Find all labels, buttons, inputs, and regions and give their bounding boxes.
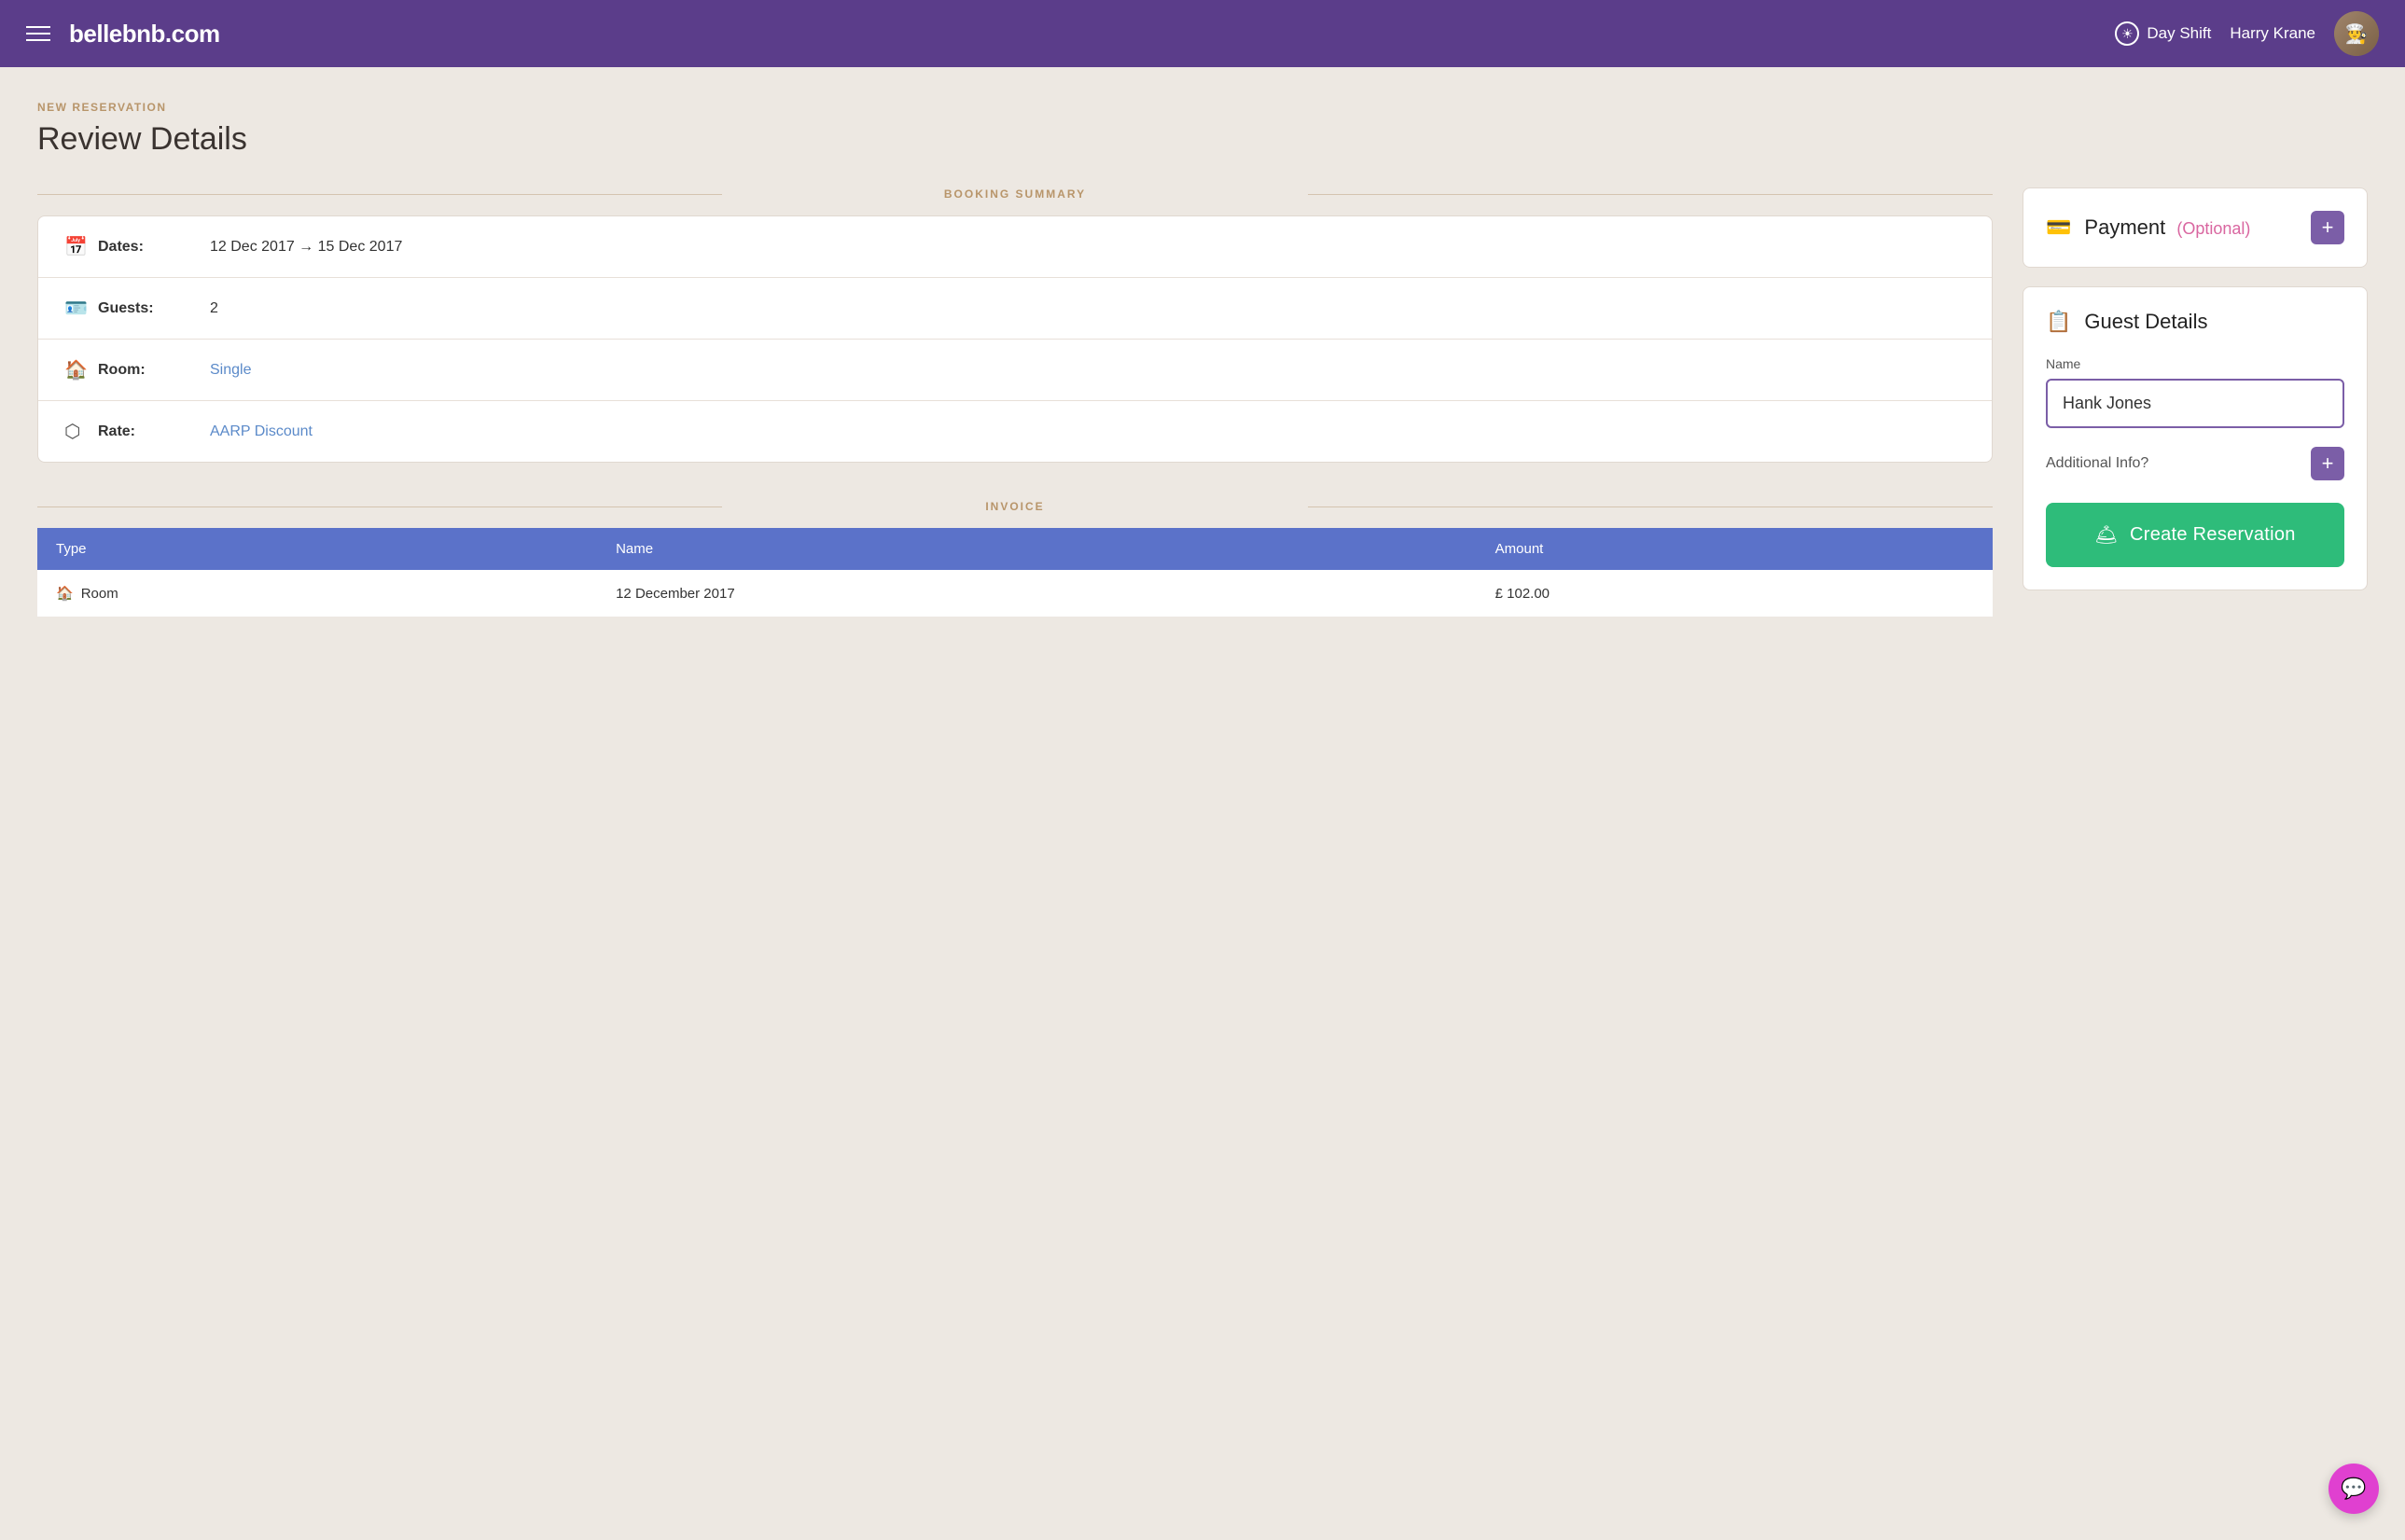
dates-label: Dates: — [98, 239, 210, 256]
room-icon: 🏠 — [64, 358, 98, 382]
create-btn-label: Create Reservation — [2130, 524, 2296, 546]
payment-header: 💳 Payment (Optional) + — [2046, 211, 2344, 244]
payment-icon: 💳 — [2046, 215, 2071, 240]
name-label: Name — [2046, 356, 2344, 371]
day-shift[interactable]: ☀ Day Shift — [2115, 21, 2211, 46]
hamburger-menu[interactable] — [26, 26, 50, 41]
avatar[interactable]: 👨‍🍳 — [2334, 11, 2379, 56]
rate-value[interactable]: AARP Discount — [210, 423, 313, 440]
guests-row: 🪪 Guests: 2 — [38, 278, 1992, 340]
rate-label: Rate: — [98, 423, 210, 440]
create-reservation-button[interactable]: 🛎 Create Reservation — [2046, 503, 2344, 567]
room-row: 🏠 Room: Single — [38, 340, 1992, 401]
left-column: BOOKING SUMMARY 📅 Dates: 12 Dec 2017 → 1… — [37, 187, 1993, 639]
invoice-section: INVOICE Type Name Amount 🏠 — [37, 500, 1993, 617]
main-layout: BOOKING SUMMARY 📅 Dates: 12 Dec 2017 → 1… — [37, 187, 2368, 639]
invoice-name: 12 December 2017 — [597, 570, 1477, 617]
right-column: 💳 Payment (Optional) + 📋 Guest Details — [2023, 187, 2368, 639]
guests-icon: 🪪 — [64, 297, 98, 320]
guest-details-card: 📋 Guest Details Name Additional Info? + … — [2023, 286, 2368, 590]
room-type-icon: 🏠 — [56, 585, 74, 602]
invoice-body: 🏠 Room 12 December 2017 £ 102.00 — [37, 570, 1993, 617]
payment-add-button[interactable]: + — [2311, 211, 2344, 244]
chat-icon: 💬 — [2341, 1477, 2366, 1501]
rate-row: ⬡ Rate: AARP Discount — [38, 401, 1992, 462]
invoice-header: Type Name Amount — [37, 528, 1993, 570]
invoice-table: Type Name Amount 🏠 Room — [37, 528, 1993, 617]
page-content: NEW RESERVATION Review Details BOOKING S… — [0, 67, 2405, 673]
user-name: Harry Krane — [2230, 24, 2315, 43]
additional-info-button[interactable]: + — [2311, 447, 2344, 480]
invoice-type: 🏠 Room — [37, 570, 597, 617]
guest-details-title-area: 📋 Guest Details — [2046, 310, 2207, 334]
guest-details-header: 📋 Guest Details — [2046, 310, 2344, 334]
room-value[interactable]: Single — [210, 362, 251, 379]
page-title: Review Details — [37, 121, 2368, 158]
booking-summary-card: 📅 Dates: 12 Dec 2017 → 15 Dec 2017 🪪 Gue… — [37, 215, 1993, 463]
col-name: Name — [597, 528, 1477, 570]
rate-icon: ⬡ — [64, 420, 98, 443]
additional-info-row: Additional Info? + — [2046, 447, 2344, 480]
payment-title: Payment (Optional) — [2084, 215, 2250, 240]
guests-label: Guests: — [98, 300, 210, 317]
day-shift-label: Day Shift — [2147, 24, 2211, 43]
dates-value: 12 Dec 2017 → 15 Dec 2017 — [210, 239, 402, 256]
breadcrumb: NEW RESERVATION — [37, 101, 2368, 114]
guest-details-title: Guest Details — [2084, 310, 2207, 334]
create-btn-icon: 🛎 — [2094, 523, 2119, 547]
invoice-label: INVOICE — [37, 500, 1993, 513]
calendar-icon: 📅 — [64, 235, 98, 258]
guest-details-icon: 📋 — [2046, 310, 2071, 334]
header-right: ☀ Day Shift Harry Krane 👨‍🍳 — [2115, 11, 2379, 56]
dates-row: 📅 Dates: 12 Dec 2017 → 15 Dec 2017 — [38, 216, 1992, 278]
logo: bellebnb.com — [69, 20, 220, 49]
name-input[interactable] — [2046, 379, 2344, 428]
col-amount: Amount — [1477, 528, 1993, 570]
header: bellebnb.com ☀ Day Shift Harry Krane 👨‍🍳 — [0, 0, 2405, 67]
room-label: Room: — [98, 362, 210, 379]
day-shift-icon: ☀ — [2115, 21, 2139, 46]
room-type-label: Room — [81, 586, 118, 602]
payment-optional: (Optional) — [2176, 219, 2250, 238]
col-type: Type — [37, 528, 597, 570]
additional-info-label: Additional Info? — [2046, 455, 2148, 472]
chat-bubble[interactable]: 💬 — [2329, 1464, 2379, 1514]
guests-value: 2 — [210, 300, 218, 317]
avatar-image: 👨‍🍳 — [2334, 11, 2379, 56]
invoice-amount: £ 102.00 — [1477, 570, 1993, 617]
invoice-row: 🏠 Room 12 December 2017 £ 102.00 — [37, 570, 1993, 617]
header-left: bellebnb.com — [26, 20, 220, 49]
payment-card: 💳 Payment (Optional) + — [2023, 187, 2368, 268]
booking-summary-label: BOOKING SUMMARY — [37, 187, 1993, 201]
payment-title-area: 💳 Payment (Optional) — [2046, 215, 2250, 240]
